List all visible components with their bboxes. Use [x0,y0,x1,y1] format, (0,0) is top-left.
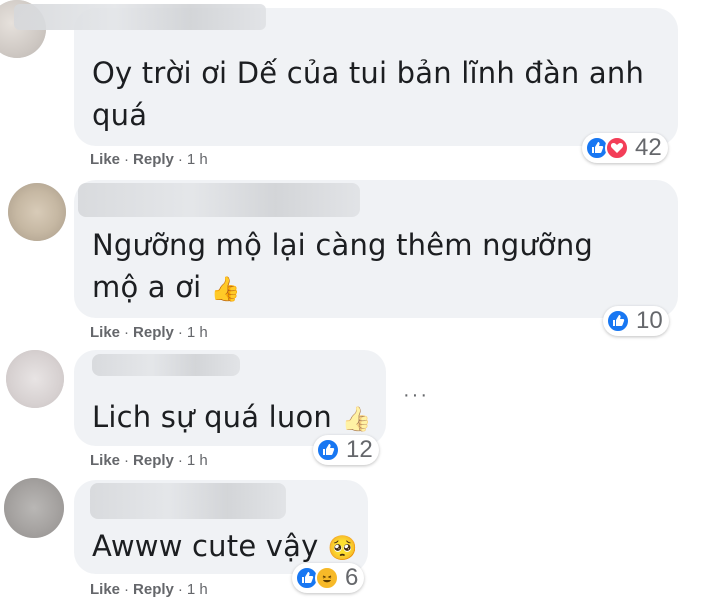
timestamp[interactable]: 1 h [187,324,208,341]
author-name-blurred[interactable] [14,4,266,30]
haha-icon [315,566,339,590]
reaction-summary[interactable]: 10 [603,306,669,336]
timestamp[interactable]: 1 h [187,151,208,168]
reply-link[interactable]: Reply [133,324,174,341]
author-name-blurred[interactable] [92,354,240,376]
avatar[interactable] [4,478,64,538]
reply-link[interactable]: Reply [133,452,174,469]
timestamp[interactable]: 1 h [187,452,208,469]
reaction-count: 10 [636,307,663,334]
like-link[interactable]: Like [90,324,120,341]
author-name-blurred[interactable] [78,183,360,217]
reaction-count: 42 [635,134,662,161]
thumbs-up-emoji-icon: 👍 [210,275,241,303]
reply-link[interactable]: Reply [133,151,174,168]
comment-actions: Like · Reply · 1 h [90,324,208,341]
comment-text: Lich sự quá luon 👍 [92,400,372,434]
like-link[interactable]: Like [90,581,120,598]
avatar[interactable] [8,183,66,241]
like-icon [316,438,340,462]
reaction-count: 6 [345,564,359,591]
reaction-count: 12 [346,436,373,463]
comment-actions: Like · Reply · 1 h [90,452,208,469]
comment-actions: Like · Reply · 1 h [90,151,208,168]
avatar[interactable] [6,350,64,408]
comment-actions: Like · Reply · 1 h [90,581,208,598]
author-name-blurred[interactable] [90,483,286,519]
like-link[interactable]: Like [90,151,120,168]
comment-text: Oy trời ơi Dế của tui bản lĩnh đàn anh q… [92,56,645,132]
like-link[interactable]: Like [90,452,120,469]
reply-link[interactable]: Reply [133,581,174,598]
pleading-face-emoji-icon: 🥺 [327,534,359,562]
reaction-summary[interactable]: 12 [313,435,379,465]
comment-text: Ngưỡng mộ lại càng thêm ngưỡng mộ a ơi 👍 [92,228,594,304]
love-icon [605,136,629,160]
reaction-summary[interactable]: 42 [582,133,668,163]
timestamp[interactable]: 1 h [187,581,208,598]
reaction-summary[interactable]: 6 [292,563,365,593]
like-icon [606,309,630,333]
thumbs-up-emoji-icon: 👍 [341,405,372,433]
more-options-icon[interactable]: ··· [403,384,429,407]
